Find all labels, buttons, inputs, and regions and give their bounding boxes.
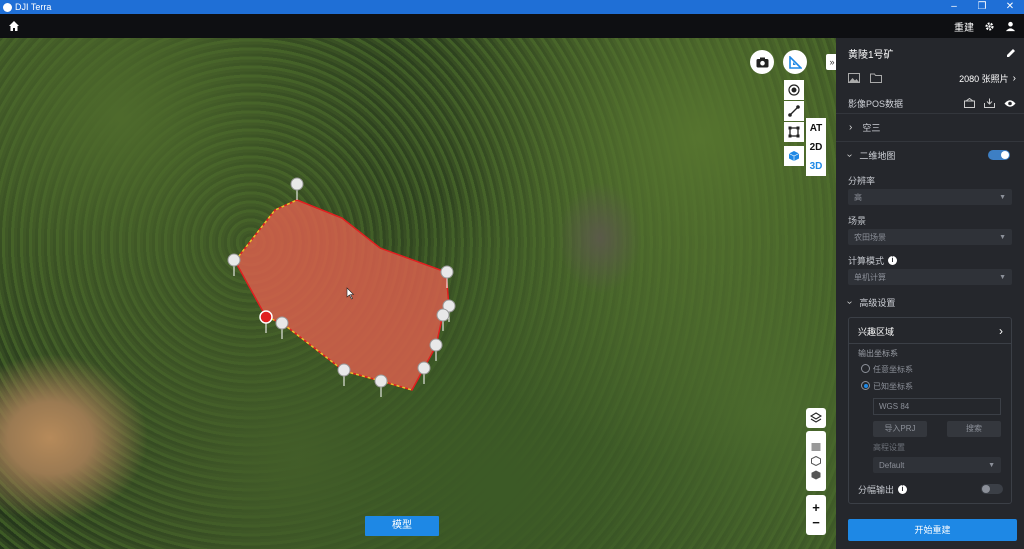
section-aerial-label: 空三 — [862, 122, 881, 133]
scene-select[interactable]: 农田场景 ▼ — [848, 229, 1012, 245]
import-prj-button[interactable]: 导入PRJ — [873, 421, 927, 437]
output-cs-label: 输出坐标系 — [858, 349, 898, 358]
restore-button[interactable]: ❐ — [968, 0, 996, 14]
info-icon[interactable]: i — [898, 484, 908, 494]
coordinate-system-field[interactable]: WGS 84 — [873, 398, 1001, 415]
tile-output-toggle[interactable] — [981, 484, 1003, 494]
chevron-down-icon: › — [844, 300, 856, 304]
section-2d-map-label: 二维地图 — [859, 150, 896, 161]
volume-tool-button[interactable] — [784, 146, 804, 166]
radio-any-cs[interactable] — [861, 364, 870, 373]
pos-data-label: 影像POS数据 — [848, 98, 904, 109]
roi-row[interactable]: 兴趣区域 › — [849, 324, 1011, 338]
area-square-icon — [788, 126, 800, 138]
chevron-down-icon: ▼ — [999, 273, 1006, 281]
minimize-button[interactable]: – — [940, 0, 968, 14]
screenshot-button[interactable] — [750, 50, 774, 74]
compute-mode-label: 计算模式 i — [848, 254, 898, 267]
window-titlebar: DJI Terra – ❐ ✕ — [0, 0, 1024, 14]
user-icon[interactable] — [1005, 21, 1016, 32]
settings-panel: 黄陵1号矿 2080 张照片 › 影像POS数据 › 空三 › 二维地图 分辨率… — [836, 38, 1024, 549]
chevron-down-icon: ▼ — [999, 233, 1006, 241]
model-button[interactable]: 模型 — [365, 516, 439, 536]
elevation-select[interactable]: Default ▼ — [873, 457, 1001, 473]
camera-icon — [756, 57, 768, 67]
project-name: 黄陵1号矿 — [848, 49, 894, 61]
cube-icon — [788, 151, 800, 161]
tile-output-label: 分幅输出 — [858, 484, 895, 495]
elevation-label: 高程设置 — [873, 443, 905, 452]
zoom-out-button[interactable]: − — [812, 515, 820, 530]
ruler-triangle-icon — [788, 55, 802, 69]
scene-label: 场景 — [848, 216, 867, 226]
polyline-icon — [788, 105, 800, 117]
view-3d-button[interactable]: 3D — [806, 156, 826, 176]
layers-icon — [810, 412, 822, 423]
any-cs-label: 任意坐标系 — [873, 365, 913, 374]
vertex-pin — [436, 308, 450, 322]
cube-solid-icon[interactable] — [811, 470, 821, 480]
advanced-settings-box: 兴趣区域 › 输出坐标系 任意坐标系 已知坐标系 WGS 84 导入PRJ 搜索… — [848, 317, 1012, 504]
home-icon — [9, 21, 19, 31]
radio-known-cs[interactable] — [861, 381, 870, 390]
section-aerial-triangulation[interactable]: › 空三 — [836, 120, 1024, 134]
vertex-pin — [337, 363, 351, 377]
roi-polygon — [234, 199, 450, 391]
dji-terra-logo-icon — [3, 2, 12, 12]
zoom-control: + − — [806, 495, 826, 535]
chevron-down-icon: › — [844, 153, 856, 157]
vertex-pin — [275, 316, 289, 330]
export-icon[interactable] — [984, 98, 995, 108]
vertex-pin — [374, 374, 388, 388]
selected-vertex-pin — [259, 310, 273, 324]
search-button[interactable]: 搜索 — [947, 421, 1001, 437]
known-cs-label: 已知坐标系 — [873, 382, 913, 391]
point-tool-button[interactable] — [784, 80, 804, 100]
info-icon[interactable]: i — [888, 256, 898, 265]
map-2d-icon[interactable] — [811, 442, 821, 452]
vertex-pin — [429, 338, 443, 352]
vertex-pin — [440, 265, 454, 279]
view-at-button[interactable]: AT — [806, 118, 826, 138]
close-button[interactable]: ✕ — [996, 0, 1024, 14]
edit-pencil-icon[interactable] — [1006, 48, 1016, 58]
pos-import-icon[interactable] — [964, 98, 975, 108]
map-viewport[interactable]: AT 2D 3D + − 模型 — [0, 38, 836, 549]
target-point-icon — [788, 84, 800, 96]
window-title: DJI Terra — [15, 2, 52, 12]
vertex-pin — [290, 177, 304, 191]
resolution-label: 分辨率 — [848, 176, 876, 186]
chevron-right-icon[interactable]: › — [1013, 73, 1016, 84]
vertex-pin — [417, 361, 431, 375]
chevron-down-icon: ▼ — [999, 193, 1006, 201]
measure-tool-button[interactable] — [783, 50, 807, 74]
image-icon[interactable] — [848, 73, 860, 83]
view-2d-button[interactable]: 2D — [806, 137, 826, 157]
line-tool-button[interactable] — [784, 101, 804, 121]
cube-outline-icon[interactable] — [811, 456, 821, 466]
eye-icon[interactable] — [1004, 99, 1016, 108]
top-navigation-bar: 重建 — [0, 14, 1024, 38]
resolution-select[interactable]: 高 ▼ — [848, 189, 1012, 205]
home-button[interactable] — [0, 14, 28, 38]
vertex-pin — [227, 253, 241, 267]
photo-count[interactable]: 2080 张照片 — [959, 72, 1009, 85]
layer-toggle-button[interactable] — [806, 408, 826, 428]
advanced-settings-label: 高级设置 — [859, 297, 896, 308]
start-rebuild-button[interactable]: 开始重建 — [848, 519, 1017, 541]
gear-icon[interactable] — [984, 21, 995, 32]
2d-map-toggle[interactable] — [988, 150, 1010, 160]
compute-mode-select[interactable]: 单机计算 ▼ — [848, 269, 1012, 285]
zoom-in-button[interactable]: + — [812, 500, 820, 515]
chevron-right-icon: › — [849, 121, 853, 133]
chevron-right-icon: › — [999, 324, 1003, 338]
rebuild-menu-label[interactable]: 重建 — [954, 19, 974, 34]
area-tool-button[interactable] — [784, 122, 804, 142]
view-mode-group — [806, 431, 826, 491]
advanced-settings-header[interactable]: › 高级设置 — [836, 295, 1024, 309]
region-of-interest-overlay — [227, 177, 456, 397]
roi-label: 兴趣区域 — [858, 326, 895, 337]
chevron-down-icon: ▼ — [988, 461, 995, 469]
folder-icon[interactable] — [870, 73, 882, 83]
